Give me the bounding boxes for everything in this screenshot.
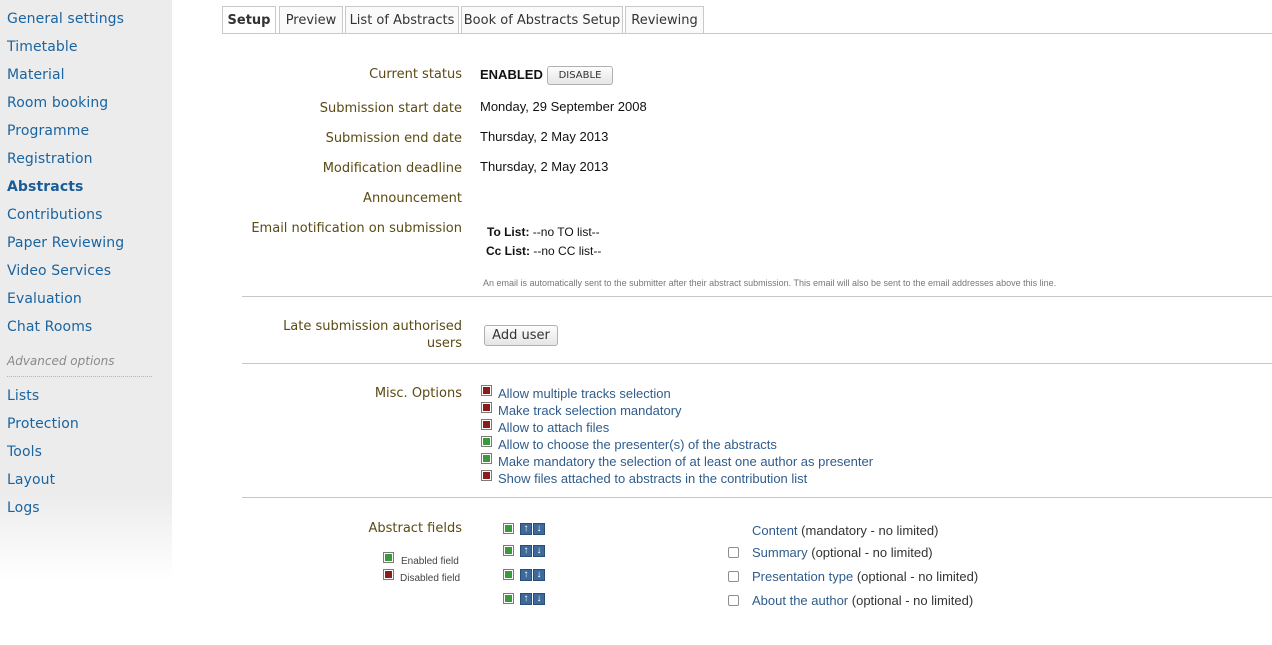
sidebar-item-abstracts[interactable]: Abstracts [7,179,83,195]
field-row-presentation-type: Presentation type (optional - no limited… [752,569,978,584]
field-name-presentation-type[interactable]: Presentation type [752,569,853,584]
sidebar-item-paper-reviewing[interactable]: Paper Reviewing [7,235,124,251]
enabled-square-icon[interactable] [503,523,514,534]
sidebar-item-timetable[interactable]: Timetable [7,39,78,55]
disabled-square-icon[interactable] [481,385,492,396]
down-arrow-icon[interactable]: ↓ [533,545,545,557]
late-submission-label: Late submission authorised users [283,318,462,352]
summary-checkbox[interactable] [728,547,739,558]
add-user-button[interactable]: Add user [484,325,558,346]
field-detail-content: (mandatory - no limited) [801,523,939,538]
tab-underline [222,33,1272,34]
down-arrow-icon[interactable]: ↓ [533,523,545,535]
disabled-square-icon[interactable] [481,470,492,481]
sidebar-item-logs[interactable]: Logs [7,500,40,516]
enabled-square-icon[interactable] [481,453,492,464]
tab-list-of-abstracts[interactable]: List of Abstracts [345,6,459,33]
option-multiple-tracks[interactable]: Allow multiple tracks selection [498,386,671,401]
late-submission-label-line1: Late submission authorised [283,319,462,334]
disabled-square-icon[interactable] [481,419,492,430]
tab-setup[interactable]: Setup [222,6,276,34]
sidebar-item-lists[interactable]: Lists [7,388,39,404]
tab-preview[interactable]: Preview [279,6,343,33]
current-status-label: Current status [369,67,462,82]
field-row-content: Content (mandatory - no limited) [752,523,938,538]
sidebar-item-general-settings[interactable]: General settings [7,11,124,27]
announcement-label: Announcement [363,191,462,206]
enabled-square-icon[interactable] [503,569,514,580]
cc-list-label: Cc List: [486,244,531,258]
legend-enabled-label: Enabled field [401,556,459,567]
current-status-value: ENABLED [480,67,543,82]
submission-start-value: Monday, 29 September 2008 [480,99,647,114]
up-arrow-icon[interactable]: ↑ [520,545,532,557]
sidebar-item-registration[interactable]: Registration [7,151,93,167]
modification-deadline-value: Thursday, 2 May 2013 [480,159,609,174]
misc-options-label: Misc. Options [374,386,462,401]
to-list-label: To List: [487,225,530,239]
option-attach-files[interactable]: Allow to attach files [498,420,609,435]
submission-end-value: Thursday, 2 May 2013 [480,129,609,144]
field-detail-summary: (optional - no limited) [811,545,933,560]
about-author-checkbox[interactable] [728,595,739,606]
option-track-mandatory[interactable]: Make track selection mandatory [498,403,682,418]
field-row-summary: Summary (optional - no limited) [752,545,933,560]
sidebar-item-programme[interactable]: Programme [7,123,89,139]
sidebar-item-evaluation[interactable]: Evaluation [7,291,82,307]
late-submission-label-line2: users [426,336,462,351]
tab-reviewing[interactable]: Reviewing [625,6,704,33]
enabled-square-icon[interactable] [503,545,514,556]
down-arrow-icon[interactable]: ↓ [533,569,545,581]
sidebar-item-contributions[interactable]: Contributions [7,207,103,223]
field-row-about-author: About the author (optional - no limited) [752,593,973,608]
field-detail-presentation-type: (optional - no limited) [856,569,979,584]
enabled-square-icon[interactable] [481,436,492,447]
sidebar-divider [7,376,152,377]
advanced-options-heading: Advanced options [7,354,115,368]
disabled-square-icon [383,569,394,580]
field-detail-about-author: (optional - no limited) [851,593,974,608]
option-show-files[interactable]: Show files attached to abstracts in the … [498,471,807,486]
email-note: An email is automatically sent to the su… [483,278,1057,288]
section-divider [242,363,1272,364]
sidebar-item-tools[interactable]: Tools [7,444,42,460]
legend-disabled-label: Disabled field [400,573,461,584]
submission-end-label: Submission end date [325,131,462,146]
abstract-fields-label: Abstract fields [368,521,462,536]
section-divider [242,296,1272,297]
sidebar-item-layout[interactable]: Layout [7,472,55,488]
enabled-square-icon [383,552,394,563]
disable-button[interactable]: DISABLE [547,66,613,85]
sidebar: General settings Timetable Material Room… [0,0,172,580]
up-arrow-icon[interactable]: ↑ [520,569,532,581]
up-arrow-icon[interactable]: ↑ [520,593,532,605]
presentation-type-checkbox[interactable] [728,571,739,582]
field-name-content[interactable]: Content [752,523,798,538]
disabled-square-icon[interactable] [481,402,492,413]
sidebar-item-material[interactable]: Material [7,67,65,83]
cc-list-value: --no CC list-- [533,244,602,258]
cc-list-row: Cc List: --no CC list-- [486,244,601,258]
sidebar-item-chat-rooms[interactable]: Chat Rooms [7,319,92,335]
sidebar-item-protection[interactable]: Protection [7,416,79,432]
modification-deadline-label: Modification deadline [322,161,462,176]
field-name-about-author[interactable]: About the author [752,593,848,608]
email-notification-label: Email notification on submission [251,221,462,236]
option-presenter-mandatory[interactable]: Make mandatory the selection of at least… [498,454,873,469]
option-choose-presenter[interactable]: Allow to choose the presenter(s) of the … [498,437,777,452]
sidebar-item-room-booking[interactable]: Room booking [7,95,108,111]
sidebar-item-video-services[interactable]: Video Services [7,263,111,279]
to-list-value: --no TO list-- [532,225,600,239]
field-name-summary[interactable]: Summary [752,545,808,560]
to-list-row: To List: --no TO list-- [487,225,600,239]
enabled-square-icon[interactable] [503,593,514,604]
up-arrow-icon[interactable]: ↑ [520,523,532,535]
submission-start-label: Submission start date [319,101,462,116]
down-arrow-icon[interactable]: ↓ [533,593,545,605]
section-divider [242,497,1272,498]
tab-book-of-abstracts-setup[interactable]: Book of Abstracts Setup [461,6,623,33]
